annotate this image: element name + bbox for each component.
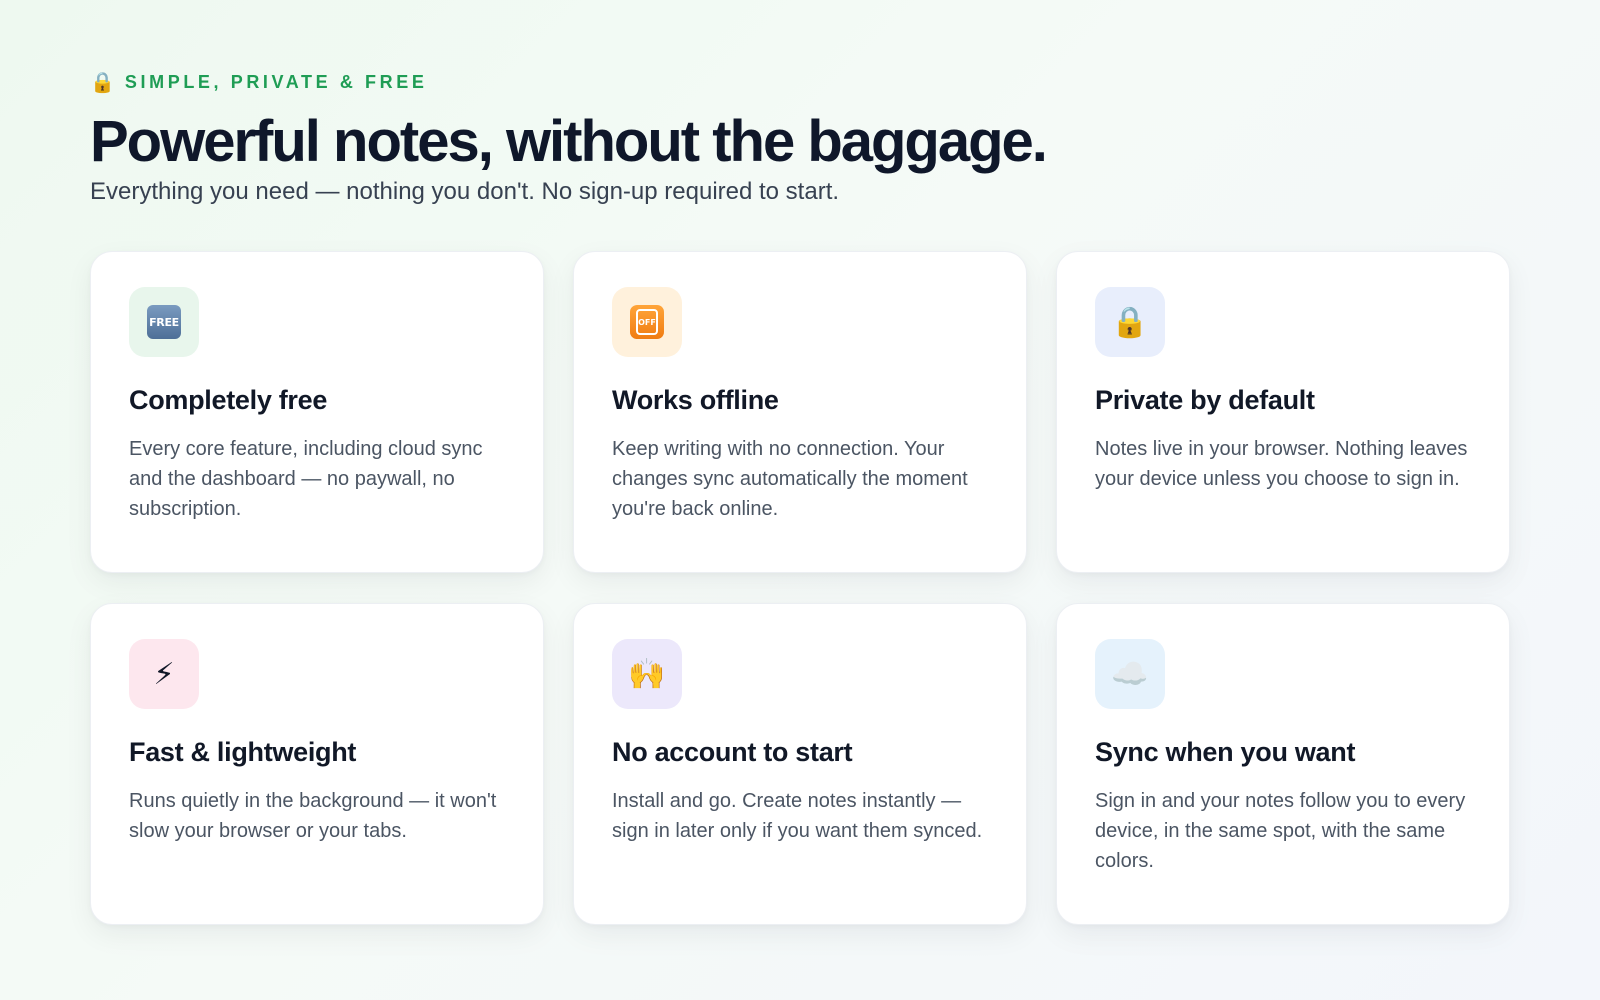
lock-icon: 🔒 <box>90 72 115 94</box>
feature-grid: FREE Completely free Every core feature,… <box>90 251 1510 925</box>
feature-card-fast-lightweight: ⚡ Fast & lightweight Runs quietly in the… <box>90 603 544 925</box>
feature-icon-tile: 🔒 <box>1095 287 1165 357</box>
feature-card-private-by-default: 🔒 Private by default Notes live in your … <box>1056 251 1510 573</box>
feature-card-sync: ☁️ Sync when you want Sign in and your n… <box>1056 603 1510 925</box>
page-subtitle: Everything you need — nothing you don't.… <box>90 178 840 205</box>
feature-description: Keep writing with no connection. Your ch… <box>612 438 968 520</box>
feature-card-completely-free: FREE Completely free Every core feature,… <box>90 251 544 573</box>
feature-description: Runs quietly in the background — it won'… <box>129 790 497 842</box>
feature-icon-tile: FREE <box>129 287 199 357</box>
feature-title: No account to start <box>612 737 853 767</box>
feature-title: Sync when you want <box>1095 737 1356 767</box>
offline-label: OFF <box>636 309 658 335</box>
feature-description: Sign in and your notes follow you to eve… <box>1095 790 1466 872</box>
feature-card-no-account: 🙌 No account to start Install and go. Cr… <box>573 603 1027 925</box>
feature-icon-tile: ⚡ <box>129 639 199 709</box>
feature-title: Fast & lightweight <box>129 737 357 767</box>
page-title: Powerful notes, without the baggage. <box>90 109 1048 174</box>
feature-description: Notes live in your browser. Nothing leav… <box>1095 438 1468 490</box>
cloud-icon: ☁️ <box>1111 657 1149 691</box>
feature-icon-tile: OFF <box>612 287 682 357</box>
eyebrow-label: SIMPLE, PRIVATE & FREE <box>124 72 428 92</box>
free-badge-icon: FREE <box>147 305 181 339</box>
features-section: 🔒 SIMPLE, PRIVATE & FREE Powerful notes,… <box>90 0 1510 1000</box>
feature-title: Works offline <box>612 385 779 415</box>
lightning-icon: ⚡ <box>153 657 175 691</box>
feature-description: Install and go. Create notes instantly —… <box>612 790 983 842</box>
offline-phone-icon: OFF <box>630 305 664 339</box>
feature-card-works-offline: OFF Works offline Keep writing with no c… <box>573 251 1027 573</box>
feature-icon-tile: 🙌 <box>612 639 682 709</box>
eyebrow: 🔒 SIMPLE, PRIVATE & FREE <box>90 70 427 95</box>
raised-hands-icon: 🙌 <box>628 657 666 691</box>
feature-title: Private by default <box>1095 385 1315 415</box>
feature-description: Every core feature, including cloud sync… <box>129 438 483 520</box>
lock-icon: 🔒 <box>1111 305 1149 339</box>
feature-title: Completely free <box>129 385 328 415</box>
feature-icon-tile: ☁️ <box>1095 639 1165 709</box>
